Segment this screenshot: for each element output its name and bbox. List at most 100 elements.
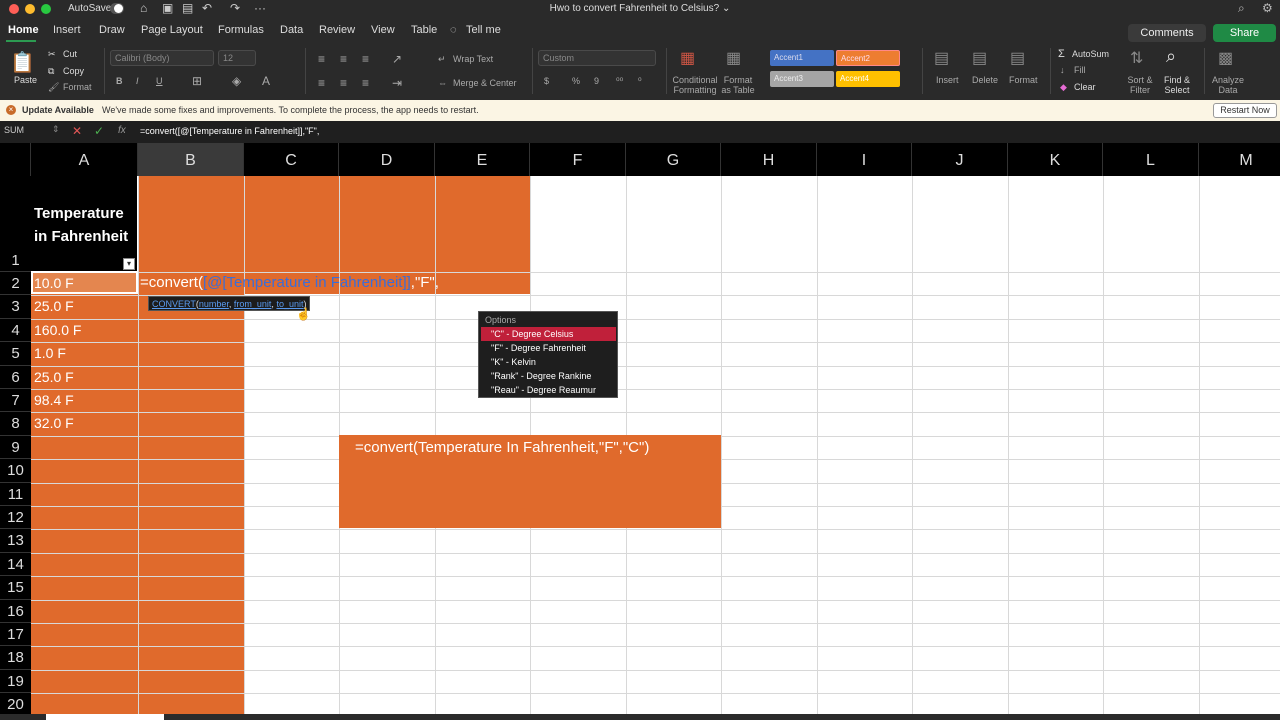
row-header-17[interactable]: 17 (0, 623, 31, 647)
orientation-icon[interactable]: ↗ (392, 52, 402, 66)
wrap-text-button[interactable]: Wrap Text (453, 54, 493, 64)
tooltip-arg-number[interactable]: number (199, 299, 229, 309)
cell-a8[interactable]: 32.0 F (34, 415, 74, 431)
row-header-14[interactable]: 14 (0, 552, 31, 577)
underline-button[interactable]: U (156, 76, 163, 86)
cell-a2[interactable]: 10.0 F (34, 275, 74, 291)
analyze-data-button[interactable]: Analyze Data (1210, 75, 1246, 95)
align-left-icon[interactable]: ≡ (318, 76, 325, 90)
find-icon[interactable]: ⌕ (1166, 46, 1176, 67)
comments-button[interactable]: Comments (1128, 24, 1206, 42)
insert-cells-button[interactable]: Insert (936, 75, 959, 85)
name-box-stepper-icon[interactable]: ⇕ (52, 124, 60, 135)
bold-button[interactable]: B (116, 76, 123, 86)
fill-color-icon[interactable]: ◈ (232, 74, 241, 88)
tab-table[interactable]: Table (411, 24, 437, 36)
in-cell-formula-editor[interactable]: =convert([@[Temperature in Fahrenheit]],… (140, 274, 439, 291)
row-header-2[interactable]: 2 (0, 272, 31, 296)
cancel-icon[interactable]: ✕ (72, 124, 82, 138)
fill-icon[interactable]: ↓ (1060, 65, 1065, 75)
column-header-g[interactable]: G (626, 143, 721, 176)
number-format-select[interactable]: Custom (538, 50, 656, 66)
delete-cells-icon[interactable]: ▤ (972, 48, 987, 68)
row-header-5[interactable]: 5 (0, 342, 31, 366)
tab-data[interactable]: Data (280, 24, 303, 36)
settings-icon[interactable]: ⚙ (1262, 1, 1273, 15)
borders-icon[interactable]: ⊞ (192, 74, 202, 88)
paste-icon[interactable]: 📋 (10, 50, 35, 75)
merge-center-icon[interactable]: ⇔ (438, 78, 447, 88)
header-cell-temperature[interactable]: Temperature in Fahrenheit (31, 176, 137, 272)
cell-a7[interactable]: 98.4 F (34, 392, 74, 408)
tab-page-layout[interactable]: Page Layout (141, 24, 203, 36)
analyze-data-icon[interactable]: ▩ (1218, 48, 1233, 68)
format-as-table-icon[interactable]: ▦ (726, 48, 741, 68)
copy-icon[interactable]: ⧉ (48, 66, 54, 77)
find-select-button[interactable]: Find & Select (1160, 75, 1194, 95)
insert-function-button[interactable]: fx (118, 125, 126, 136)
column-header-m[interactable]: M (1199, 143, 1280, 176)
row-header-13[interactable]: 13 (0, 529, 31, 553)
row-header-11[interactable]: 11 (0, 482, 31, 506)
style-accent3[interactable]: Accent3 (770, 71, 834, 87)
column-header-i[interactable]: I (817, 143, 912, 176)
font-size-select[interactable]: 12 (218, 50, 256, 66)
column-header-c[interactable]: C (244, 143, 339, 176)
option-reaumur[interactable]: "Reau" - Degree Reaumur (481, 383, 616, 397)
column-header-d[interactable]: D (339, 143, 435, 176)
row-header-1[interactable]: 1 (0, 176, 31, 272)
row-header-19[interactable]: 19 (0, 669, 31, 694)
autosum-icon[interactable]: Σ (1058, 48, 1065, 60)
cell-a6[interactable]: 25.0 F (34, 369, 74, 385)
increase-decimal-icon[interactable]: ⁰⁰ (616, 76, 623, 87)
format-cells-button[interactable]: Format (1009, 75, 1038, 85)
conditional-formatting-button[interactable]: Conditional Formatting (672, 75, 718, 95)
row-header-15[interactable]: 15 (0, 576, 31, 600)
column-header-h[interactable]: H (721, 143, 817, 176)
paste-button[interactable]: Paste (14, 75, 37, 85)
row-header-18[interactable]: 18 (0, 646, 31, 670)
comma-icon[interactable]: 9 (594, 76, 599, 86)
option-rankine[interactable]: "Rank" - Degree Rankine (481, 369, 616, 383)
row-header-12[interactable]: 12 (0, 506, 31, 530)
row-header-7[interactable]: 7 (0, 389, 31, 413)
filter-dropdown-button[interactable]: ▾ (123, 258, 135, 270)
row-header-9[interactable]: 9 (0, 435, 31, 460)
style-accent1[interactable]: Accent1 (770, 50, 834, 66)
tell-me-input[interactable]: Tell me (466, 24, 501, 36)
column-header-e[interactable]: E (435, 143, 530, 176)
select-all-corner[interactable] (0, 143, 31, 176)
row-header-8[interactable]: 8 (0, 412, 31, 436)
formula-input[interactable]: =convert([@[Temperature in Fahrenheit]],… (140, 126, 319, 136)
autosum-button[interactable]: AutoSum (1072, 49, 1109, 59)
font-name-select[interactable]: Calibri (Body) (110, 50, 214, 66)
sort-filter-button[interactable]: Sort & Filter (1124, 75, 1156, 95)
row-header-6[interactable]: 6 (0, 365, 31, 389)
currency-icon[interactable]: $ (544, 76, 549, 86)
align-bottom-icon[interactable]: ≡ (362, 52, 369, 66)
insert-cells-icon[interactable]: ▤ (934, 48, 949, 68)
format-painter-icon[interactable]: 🖌 (48, 82, 59, 93)
format-painter-button[interactable]: Format (63, 82, 92, 92)
option-kelvin[interactable]: "K" - Kelvin (481, 355, 616, 369)
cell-a3[interactable]: 25.0 F (34, 298, 74, 314)
conditional-formatting-icon[interactable]: ▦ (680, 48, 695, 68)
merge-center-button[interactable]: Merge & Center (453, 78, 517, 88)
share-button[interactable]: Share (1213, 24, 1276, 42)
cell-a4[interactable]: 160.0 F (34, 322, 81, 338)
align-right-icon[interactable]: ≡ (362, 76, 369, 90)
row-header-16[interactable]: 16 (0, 599, 31, 623)
clear-button[interactable]: Clear (1074, 82, 1096, 92)
enter-icon[interactable]: ✓ (94, 124, 104, 138)
decrease-decimal-icon[interactable]: ⁰ (638, 76, 642, 87)
column-header-l[interactable]: L (1103, 143, 1199, 176)
column-header-j[interactable]: J (912, 143, 1008, 176)
option-celsius[interactable]: "C" - Degree Celsius (481, 327, 616, 341)
tooltip-function-name[interactable]: CONVERT (152, 299, 196, 309)
dismiss-icon[interactable]: × (6, 105, 16, 115)
cut-icon[interactable]: ✂ (48, 49, 56, 60)
italic-button[interactable]: I (136, 76, 139, 86)
sort-filter-icon[interactable]: ⇅ (1130, 48, 1143, 68)
tab-view[interactable]: View (371, 24, 395, 36)
tab-insert[interactable]: Insert (53, 24, 81, 36)
